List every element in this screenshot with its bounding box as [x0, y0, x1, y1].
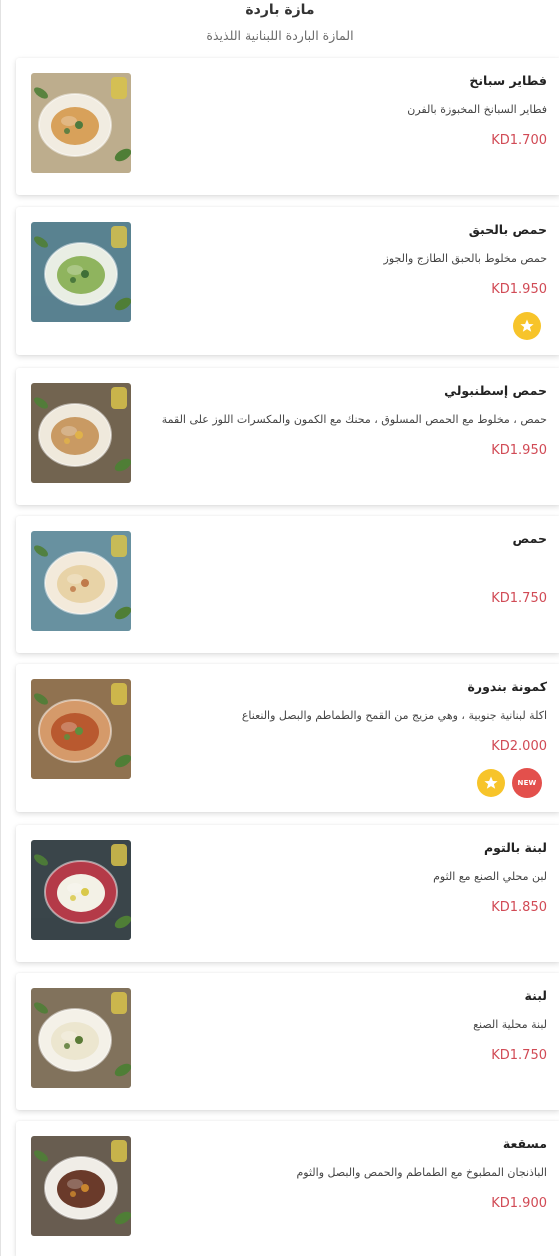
menu-item-price: KD1.950	[491, 443, 547, 458]
labneh-garlic-photo	[31, 840, 131, 940]
menu-item-name[interactable]: حمص بالحبق	[469, 220, 547, 240]
menu-item-image[interactable]	[31, 531, 131, 631]
istanbul-hummus-photo	[31, 383, 131, 483]
menu-item-name[interactable]: حمص	[513, 529, 547, 549]
menu-item-image[interactable]	[31, 73, 131, 173]
menu-item-description: لبن محلي الصنع مع الثوم	[433, 870, 547, 883]
category-header: مازة باردة المازة الباردة اللبنانية اللذ…	[1, 0, 559, 56]
labneh-photo	[31, 988, 131, 1088]
moussaka-photo	[31, 1136, 131, 1236]
menu-item-description: الباذنجان المطبوخ مع الطماطم والحمص والب…	[296, 1166, 547, 1179]
menu-item-card[interactable]: حمص إسطنبولي حمص ، مخلوط مع الحمص المسلوق…	[16, 368, 559, 505]
menu-item-card[interactable]: حمص KD1.750	[16, 516, 559, 653]
menu-item-description: فطاير السبانخ المخبوزة بالفرن	[407, 103, 547, 116]
menu-item-card[interactable]: حمص بالحبق حمص مخلوط بالحبق الطازج والجوز…	[16, 207, 559, 355]
star-icon	[520, 319, 534, 332]
menu-item-price: KD1.750	[491, 591, 547, 606]
menu-item-description: حمص مخلوط بالحبق الطازج والجوز	[383, 252, 547, 265]
basil-hummus-photo	[31, 222, 131, 322]
menu-page: مازة باردة المازة الباردة اللبنانية اللذ…	[0, 0, 559, 1256]
category-subtitle: المازة الباردة اللبنانية اللذيذة	[206, 28, 354, 43]
menu-item-card[interactable]: كمونة بندورة اكلة لبنانية جنوبية ، وهي مز…	[16, 664, 559, 812]
menu-item-description: حمص ، مخلوط مع الحمص المسلوق ، محنك مع ا…	[161, 413, 547, 426]
menu-item-description: لبنة محلية الصنع	[473, 1018, 547, 1031]
menu-item-image[interactable]	[31, 679, 131, 779]
menu-item-name[interactable]: مسقعة	[503, 1134, 547, 1154]
menu-item-name[interactable]: كمونة بندورة	[468, 677, 547, 697]
star-icon	[484, 776, 498, 789]
hummus-photo	[31, 531, 131, 631]
menu-item-name[interactable]: لبنة بالتوم	[484, 838, 547, 858]
star-badge-icon	[477, 769, 505, 797]
menu-item-price: KD1.750	[491, 1048, 547, 1063]
star-badge-icon	[513, 312, 541, 340]
menu-item-card[interactable]: لبنة لبنة محلية الصنع KD1.750	[16, 973, 559, 1110]
menu-item-card[interactable]: لبنة بالتوم لبن محلي الصنع مع الثوم KD1.85…	[16, 825, 559, 962]
menu-item-image[interactable]	[31, 840, 131, 940]
menu-item-price: KD2.000	[491, 739, 547, 754]
category-title: مازة باردة	[245, 2, 315, 18]
menu-item-name[interactable]: فطاير سبانخ	[469, 71, 547, 91]
menu-item-price: KD1.950	[491, 282, 547, 297]
menu-item-image[interactable]	[31, 1136, 131, 1236]
menu-item-card[interactable]: مسقعة الباذنجان المطبوخ مع الطماطم والحمص…	[16, 1121, 559, 1256]
menu-item-image[interactable]	[31, 383, 131, 483]
tomato-kammouneh-photo	[31, 679, 131, 779]
menu-item-price: KD1.900	[491, 1196, 547, 1211]
menu-item-image[interactable]	[31, 222, 131, 322]
menu-item-name[interactable]: حمص إسطنبولي	[444, 381, 547, 401]
menu-item-price: KD1.850	[491, 900, 547, 915]
new-badge-icon: NEW	[513, 769, 541, 797]
menu-item-name[interactable]: لبنة	[525, 986, 547, 1006]
menu-item-card[interactable]: فطاير سبانخ فطاير السبانخ المخبوزة بالفرن…	[16, 58, 559, 195]
menu-item-image[interactable]	[31, 988, 131, 1088]
spinach-pies-photo	[31, 73, 131, 173]
menu-item-price: KD1.700	[491, 133, 547, 148]
menu-item-description: اكلة لبنانية جنوبية ، وهي مزيج من القمح …	[241, 709, 547, 722]
